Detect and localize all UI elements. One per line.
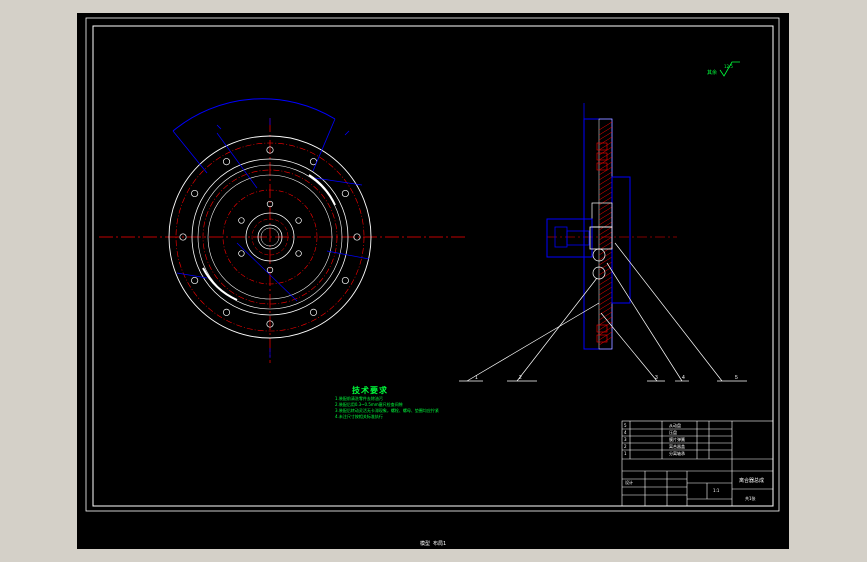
balloon-4: 4 xyxy=(682,375,685,381)
status-bar-label: 模型 布局1 xyxy=(419,541,447,547)
dimension-arc xyxy=(172,98,336,132)
title-block-row-name: 离合器盖 xyxy=(669,443,685,449)
tech-req-item: 4.未注尺寸按相关标准执行 xyxy=(335,414,383,419)
balloon-2: 2 xyxy=(519,375,522,381)
bolt-hole xyxy=(191,276,199,285)
rivet-hole xyxy=(238,217,245,224)
hub xyxy=(546,218,593,258)
section-view xyxy=(459,103,747,382)
title-block-row-no: 1 xyxy=(624,451,627,456)
cad-drawing: 1 2 3 4 5 其余 12.5 5 从动盘4 压盘3 膜片弹簧2 离合器盖1… xyxy=(85,17,780,512)
title-block-row-no: 4 xyxy=(624,430,627,435)
tech-req-title: 技术要求 xyxy=(352,386,388,395)
rivet-hole xyxy=(238,250,245,257)
bolt-hole xyxy=(222,308,231,316)
title-block-row-no: 2 xyxy=(624,444,627,449)
title-block-row-name: 压盘 xyxy=(669,429,677,435)
title-block-rows: 5 从动盘 4 压盘 3 膜片弹簧 2 离合器盖 1 分离轴承 xyxy=(624,422,685,456)
title-block-row-no: 5 xyxy=(624,423,627,428)
front-view xyxy=(99,98,467,363)
title-block-row-no: 3 xyxy=(624,437,627,442)
bolt-hole xyxy=(341,276,349,285)
bolt-hole xyxy=(309,308,318,316)
drawing-viewport[interactable]: 1 2 3 4 5 其余 12.5 5 从动盘 4 压盘 3 膜片弹簧 2 离合… xyxy=(77,13,789,549)
technical-requirements: 技术要求 1.装配前清洗零件去除油污 2.装配后用0.3~0.5mm塞尺检查间隙… xyxy=(335,385,439,420)
title-block-row-name: 从动盘 xyxy=(669,422,681,428)
rivet xyxy=(596,142,608,151)
bolt-hole xyxy=(191,189,199,198)
bolt-hole xyxy=(222,158,231,166)
bolt-hole xyxy=(341,189,349,198)
rivet-hole xyxy=(295,217,302,224)
balloon-5: 5 xyxy=(735,375,738,381)
title-block-scale: 1:1 xyxy=(713,488,720,493)
title-block-drawn-by: 设计 xyxy=(625,479,633,485)
roughness-value: 12.5 xyxy=(724,64,733,69)
title-block-row-name: 分离轴承 xyxy=(669,450,685,456)
title-block-sheet: 共1张 xyxy=(745,495,756,501)
title-block-row-name: 膜片弹簧 xyxy=(669,436,685,442)
title-block xyxy=(621,420,774,507)
rivet xyxy=(596,152,608,161)
balloon-3: 3 xyxy=(655,375,658,381)
balloon-1: 1 xyxy=(475,375,478,381)
rivet-hole xyxy=(295,250,302,257)
title-block-part-name: 离合器总成 xyxy=(739,477,764,484)
roughness-mark: 其余 12.5 xyxy=(707,61,740,77)
rivet xyxy=(596,162,608,171)
roughness-label: 其余 xyxy=(707,69,717,76)
